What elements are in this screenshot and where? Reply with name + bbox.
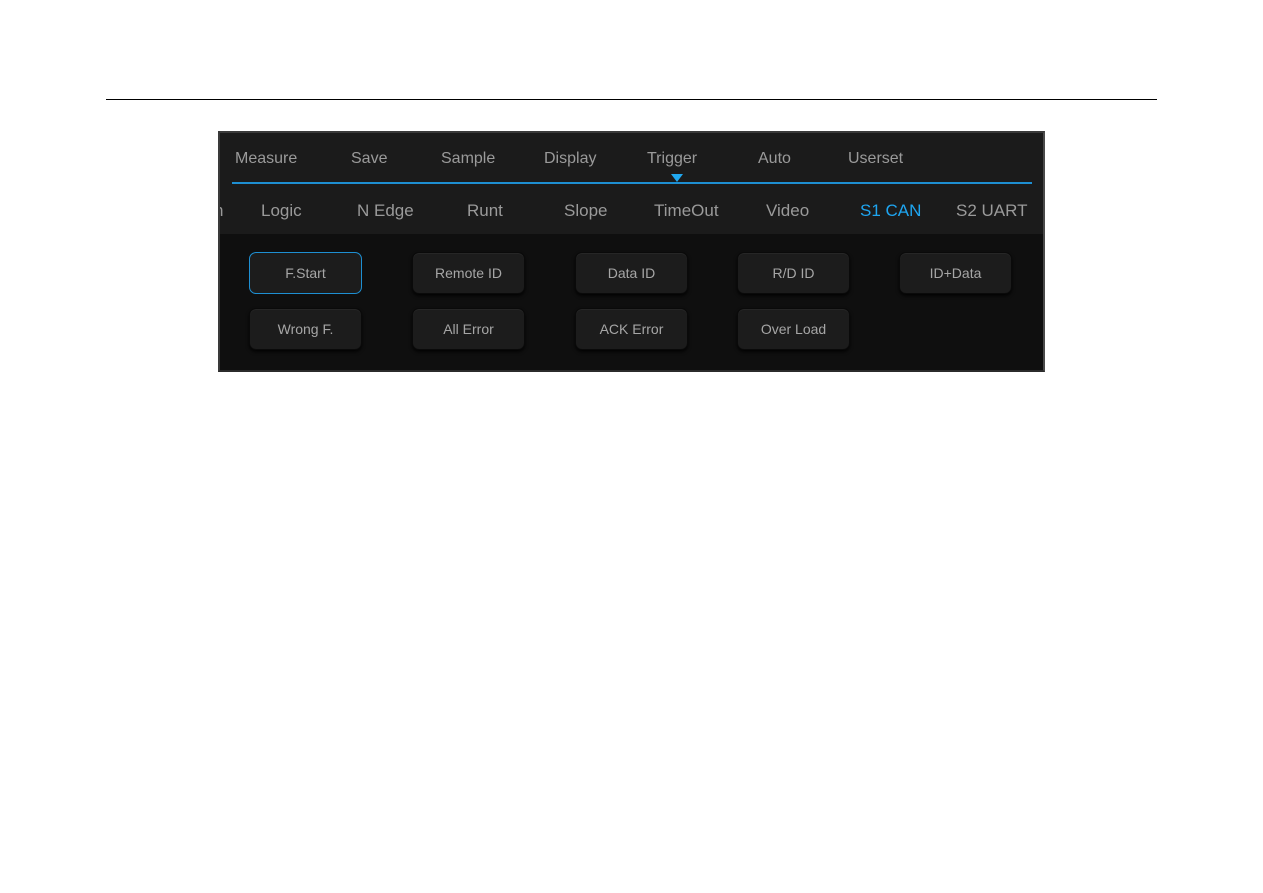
f-start-button[interactable]: F.Start <box>249 252 362 294</box>
menu-tab-sample[interactable]: Sample <box>441 150 495 168</box>
menu-tab-measure[interactable]: Measure <box>235 150 297 168</box>
trigger-type-bar: n Logic N Edge Runt Slope TimeOut Video … <box>220 184 1043 234</box>
trigger-type-n-edge[interactable]: N Edge <box>357 201 414 221</box>
trigger-type-timeout[interactable]: TimeOut <box>654 201 719 221</box>
trigger-type-runt[interactable]: Runt <box>467 201 503 221</box>
trigger-type-s2-uart[interactable]: S2 UART <box>956 201 1028 221</box>
menu-tab-auto[interactable]: Auto <box>758 150 791 168</box>
menu-tab-display[interactable]: Display <box>544 150 596 168</box>
over-load-button[interactable]: Over Load <box>737 308 850 350</box>
remote-id-button[interactable]: Remote ID <box>412 252 525 294</box>
wrong-frame-button[interactable]: Wrong F. <box>249 308 362 350</box>
trigger-type-edge-partial[interactable]: n <box>220 201 223 221</box>
menu-tab-userset[interactable]: Userset <box>848 150 903 168</box>
oscilloscope-menu-panel: Measure Save Sample Display Trigger Auto… <box>218 131 1045 372</box>
ack-error-button[interactable]: ACK Error <box>575 308 688 350</box>
page-header-rule <box>106 99 1157 100</box>
can-trigger-options: F.Start Remote ID Data ID R/D ID ID+Data… <box>220 234 1043 370</box>
menu-tab-save[interactable]: Save <box>351 150 387 168</box>
trigger-type-video[interactable]: Video <box>766 201 809 221</box>
trigger-type-logic[interactable]: Logic <box>261 201 302 221</box>
rd-id-button[interactable]: R/D ID <box>737 252 850 294</box>
trigger-type-slope[interactable]: Slope <box>564 201 607 221</box>
data-id-button[interactable]: Data ID <box>575 252 688 294</box>
all-error-button[interactable]: All Error <box>412 308 525 350</box>
id-data-button[interactable]: ID+Data <box>899 252 1012 294</box>
top-menu-bar: Measure Save Sample Display Trigger Auto… <box>220 133 1043 183</box>
menu-tab-trigger[interactable]: Trigger <box>647 150 697 168</box>
trigger-type-s1-can[interactable]: S1 CAN <box>860 201 921 221</box>
active-tab-indicator-icon <box>671 174 683 182</box>
